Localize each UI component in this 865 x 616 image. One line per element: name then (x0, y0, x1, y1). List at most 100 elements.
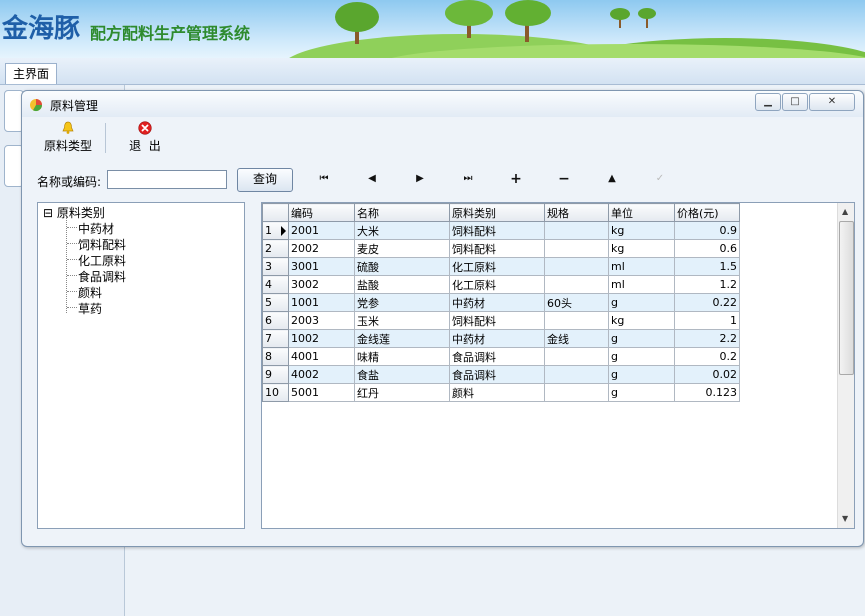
table-row[interactable]: 1 2001 大米 饲料配料 kg 0.9 (262, 221, 740, 240)
search-input[interactable] (107, 170, 227, 189)
cell-cat[interactable]: 化工原料 (449, 257, 545, 276)
cell-code[interactable]: 4001 (288, 347, 355, 366)
cell-cat[interactable]: 化工原料 (449, 275, 545, 294)
cell-name[interactable]: 硫酸 (354, 257, 450, 276)
cell-code[interactable]: 4002 (288, 365, 355, 384)
cell-cat[interactable]: 中药材 (449, 293, 545, 312)
cell-name[interactable]: 金线莲 (354, 329, 450, 348)
cell-price[interactable]: 1.2 (674, 275, 740, 294)
tree-item-chemical-material[interactable]: 化工原料 (78, 252, 126, 269)
row-number[interactable]: 3 (262, 257, 289, 276)
cell-code[interactable]: 3001 (288, 257, 355, 276)
cell-name[interactable]: 麦皮 (354, 239, 450, 258)
cell-cat[interactable]: 食品调料 (449, 347, 545, 366)
cell-price[interactable]: 0.02 (674, 365, 740, 384)
cell-code[interactable]: 2002 (288, 239, 355, 258)
tree-root[interactable]: ⊟ 原料类别 (43, 204, 105, 221)
row-number[interactable]: 5 (262, 293, 289, 312)
table-row[interactable]: 2 2002 麦皮 饲料配料 kg 0.6 (262, 239, 740, 258)
cell-name[interactable]: 味精 (354, 347, 450, 366)
cell-price[interactable]: 1 (674, 311, 740, 330)
cell-cat[interactable]: 饲料配料 (449, 221, 545, 240)
cell-name[interactable]: 红丹 (354, 383, 450, 402)
delete-record-button[interactable]: − (556, 172, 572, 186)
cell-price[interactable]: 2.2 (674, 329, 740, 348)
maximize-button[interactable]: □ (782, 93, 808, 111)
cell-spec[interactable]: 金线 (544, 329, 609, 348)
cell-name[interactable]: 盐酸 (354, 275, 450, 294)
cell-name[interactable]: 大米 (354, 221, 450, 240)
cell-unit[interactable]: ml (608, 275, 675, 294)
cell-code[interactable]: 3002 (288, 275, 355, 294)
cell-spec[interactable] (544, 275, 609, 294)
cell-price[interactable]: 0.2 (674, 347, 740, 366)
column-header-spec[interactable]: 规格 (544, 203, 609, 222)
cell-spec[interactable]: 60头 (544, 293, 609, 312)
cell-spec[interactable] (544, 383, 609, 402)
row-number[interactable]: 7 (262, 329, 289, 348)
collapse-icon[interactable]: ⊟ (43, 206, 53, 220)
cell-price[interactable]: 0.123 (674, 383, 740, 402)
cell-spec[interactable] (544, 257, 609, 276)
table-row[interactable]: 4 3002 盐酸 化工原料 ml 1.2 (262, 275, 740, 294)
cell-unit[interactable]: g (608, 383, 675, 402)
cell-cat[interactable]: 食品调料 (449, 365, 545, 384)
tree-item-herbal-material[interactable]: 中药材 (78, 220, 114, 237)
table-row[interactable]: 6 2003 玉米 饲料配料 kg 1 (262, 311, 740, 330)
cell-spec[interactable] (544, 221, 609, 240)
column-header-code[interactable]: 编码 (288, 203, 355, 222)
material-category-button[interactable]: 原料类型 (38, 121, 98, 154)
last-record-button[interactable]: ⏭ (460, 173, 476, 185)
cell-price[interactable]: 1.5 (674, 257, 740, 276)
scroll-down-icon[interactable]: ▼ (842, 514, 848, 523)
edit-record-button[interactable]: ▲ (604, 173, 620, 185)
cell-price[interactable]: 0.22 (674, 293, 740, 312)
cell-code[interactable]: 2001 (288, 221, 355, 240)
column-header-category[interactable]: 原料类别 (449, 203, 545, 222)
cell-name[interactable]: 玉米 (354, 311, 450, 330)
row-number[interactable]: 9 (262, 365, 289, 384)
tree-item-food-seasoning[interactable]: 食品调料 (78, 268, 126, 285)
row-number[interactable]: 10 (262, 383, 289, 402)
cell-cat[interactable]: 颜料 (449, 383, 545, 402)
cell-code[interactable]: 5001 (288, 383, 355, 402)
cell-code[interactable]: 2003 (288, 311, 355, 330)
exit-button[interactable]: 退 出 (122, 121, 168, 154)
cell-unit[interactable]: g (608, 365, 675, 384)
table-row[interactable]: 5 1001 党参 中药材 60头 g 0.22 (262, 293, 740, 312)
cell-unit[interactable]: kg (608, 311, 675, 330)
tree-item-feed-ingredient[interactable]: 饲料配料 (78, 236, 126, 253)
cell-cat[interactable]: 中药材 (449, 329, 545, 348)
table-row[interactable]: 9 4002 食盐 食品调料 g 0.02 (262, 365, 740, 384)
next-record-button[interactable]: ▶ (412, 173, 428, 185)
row-number[interactable]: 4 (262, 275, 289, 294)
row-number[interactable]: 8 (262, 347, 289, 366)
column-header-price[interactable]: 价格(元) (674, 203, 740, 222)
cell-unit[interactable]: g (608, 293, 675, 312)
window-titlebar[interactable]: 原料管理 ▁ □ ✕ (22, 91, 863, 117)
cell-price[interactable]: 0.9 (674, 221, 740, 240)
cell-cat[interactable]: 饲料配料 (449, 239, 545, 258)
table-row[interactable]: 8 4001 味精 食品调料 g 0.2 (262, 347, 740, 366)
first-record-button[interactable]: ⏮ (316, 173, 332, 185)
post-record-button[interactable]: ✓ (652, 173, 668, 185)
cell-spec[interactable] (544, 365, 609, 384)
query-button[interactable]: 查询 (237, 168, 293, 192)
table-row[interactable]: 3 3001 硫酸 化工原料 ml 1.5 (262, 257, 740, 276)
vertical-scrollbar[interactable]: ▲ ▼ (837, 203, 854, 528)
cell-cat[interactable]: 饲料配料 (449, 311, 545, 330)
previous-record-button[interactable]: ◀ (364, 173, 380, 185)
column-header-name[interactable]: 名称 (354, 203, 450, 222)
add-record-button[interactable]: + (508, 172, 524, 186)
row-number[interactable]: 6 (262, 311, 289, 330)
cell-name[interactable]: 食盐 (354, 365, 450, 384)
table-row[interactable]: 7 1002 金线莲 中药材 金线 g 2.2 (262, 329, 740, 348)
cell-code[interactable]: 1002 (288, 329, 355, 348)
row-number[interactable]: 1 (262, 221, 289, 240)
cell-unit[interactable]: kg (608, 221, 675, 240)
row-number[interactable]: 2 (262, 239, 289, 258)
cell-unit[interactable]: g (608, 347, 675, 366)
cell-spec[interactable] (544, 311, 609, 330)
tab-main[interactable]: 主界面 (5, 63, 57, 84)
cell-unit[interactable]: ml (608, 257, 675, 276)
